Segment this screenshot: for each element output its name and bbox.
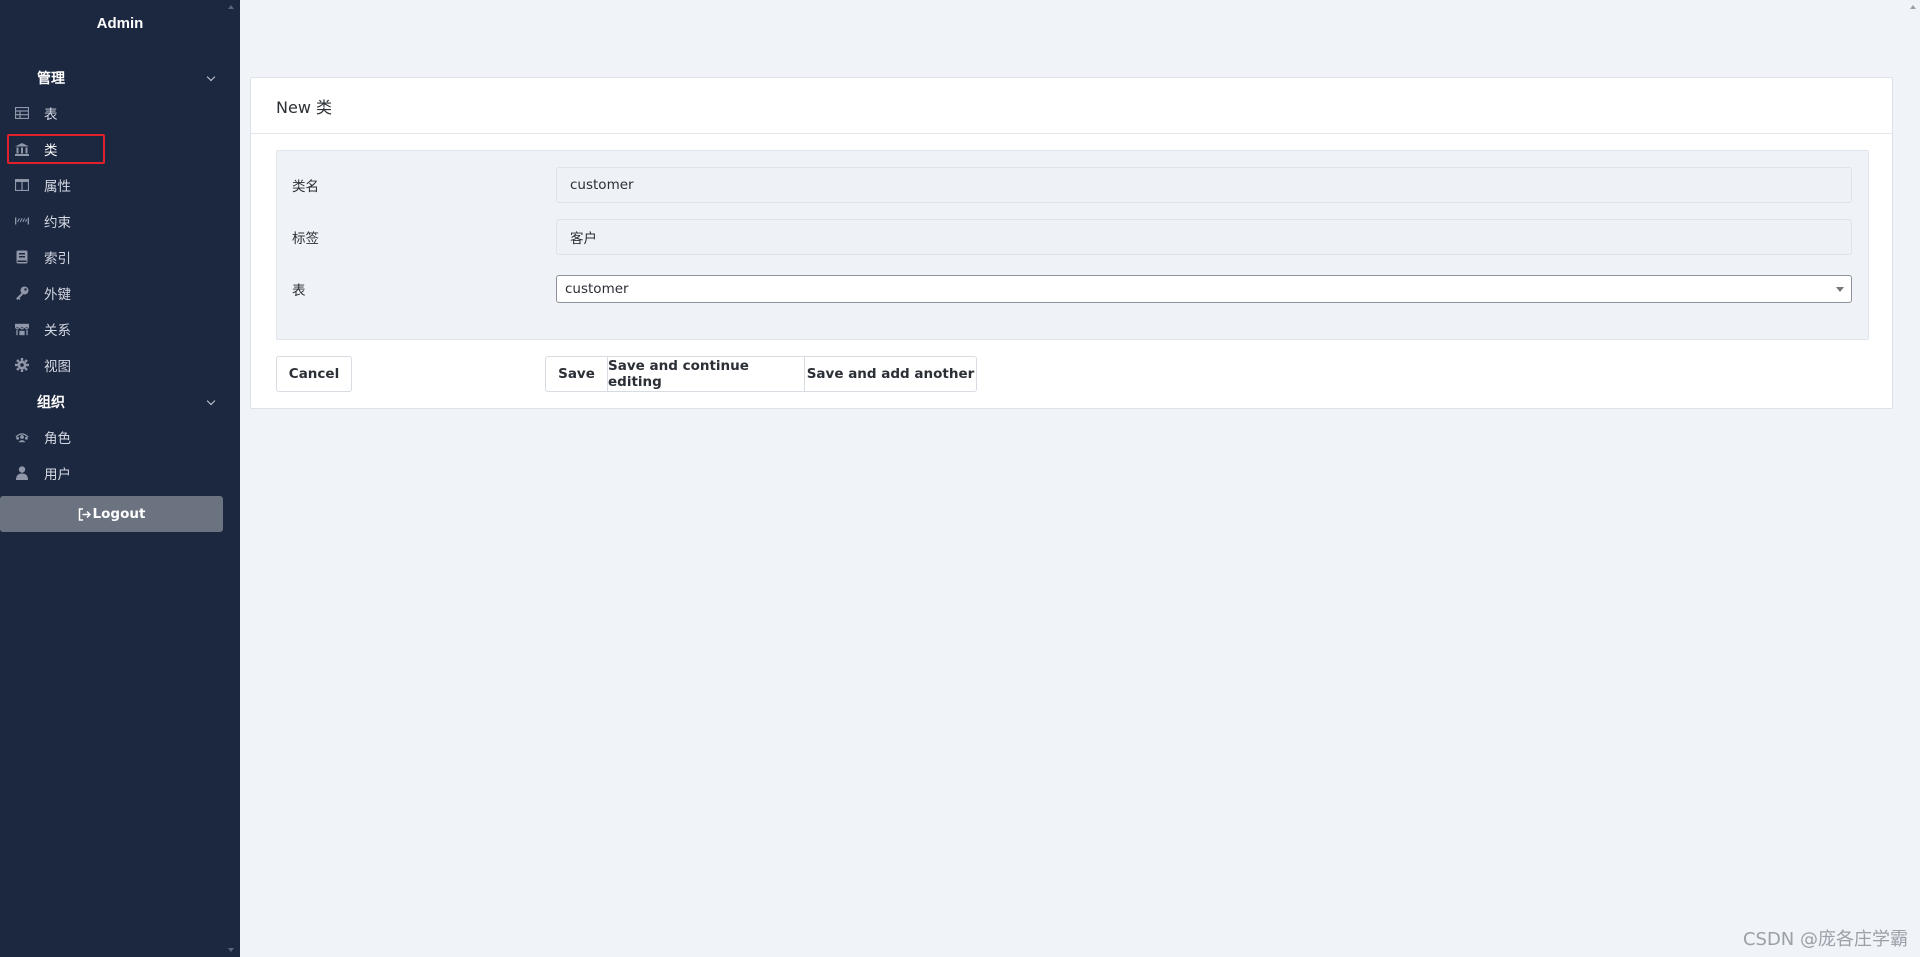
sidebar-item-indexes[interactable]: 索引 <box>0 241 240 273</box>
selection-highlight <box>7 134 105 164</box>
brand-title: Admin <box>96 15 144 32</box>
sidebar-item-users[interactable]: 用户 <box>0 457 240 489</box>
form-fields-panel: 类名 customer 标签 客户 表 customer <box>276 150 1869 340</box>
sidebar-scroll-up-arrow[interactable] <box>228 5 234 9</box>
columns-icon <box>15 178 29 192</box>
store-icon <box>15 322 29 336</box>
sidebar-item-constraints[interactable]: 约束 <box>0 205 240 237</box>
group-header-manage[interactable]: 管理 <box>0 63 240 93</box>
form-row-class-name: 类名 customer <box>277 167 1868 203</box>
sidebar-item-classes[interactable]: 类 <box>0 133 240 165</box>
sidebar-item-label: 约束 <box>44 215 71 231</box>
ruler-icon <box>15 214 29 228</box>
tag-value: 客户 <box>570 231 597 247</box>
sidebar-item-label: 属性 <box>44 179 71 195</box>
sidebar-item-label: 外键 <box>44 287 71 303</box>
add-form-card: New 类 类名 customer 标签 客户 表 customer Cance… <box>250 77 1893 409</box>
save-and-continue-button[interactable]: Save and continue editing <box>607 356 805 392</box>
form-row-label: 标签 客户 <box>277 219 1868 255</box>
sidebar-item-tables[interactable]: 表 <box>0 97 240 129</box>
table-label: 表 <box>292 283 306 299</box>
sidebar-item-label: 角色 <box>44 431 71 447</box>
chevron-down-icon <box>206 396 216 405</box>
main-scroll-up-arrow[interactable] <box>1910 5 1916 9</box>
gear-icon <box>15 358 29 372</box>
sidebar-item-label: 用户 <box>44 467 71 483</box>
group-header-organization[interactable]: 组织 <box>0 387 240 417</box>
logout-label: Logout <box>92 506 146 522</box>
sidebar-item-foreign-keys[interactable]: 外键 <box>0 277 240 309</box>
sidebar-item-label: 视图 <box>44 359 71 375</box>
table-select[interactable]: customer <box>556 275 1852 303</box>
group-label: 组织 <box>37 395 65 411</box>
user-icon <box>15 466 29 480</box>
book-icon <box>15 250 29 264</box>
class-name-field[interactable]: customer <box>556 167 1852 203</box>
sidebar-item-relations[interactable]: 关系 <box>0 313 240 345</box>
sidebar-item-label: 关系 <box>44 323 71 339</box>
sidebar-item-label: 表 <box>44 107 58 123</box>
sidebar-item-views[interactable]: 视图 <box>0 349 240 381</box>
save-button[interactable]: Save <box>545 356 608 392</box>
page-title: New 类 <box>251 78 1892 134</box>
logout-icon <box>78 507 91 521</box>
class-name-label: 类名 <box>292 179 319 195</box>
tag-label: 标签 <box>292 231 319 247</box>
chevron-down-icon <box>206 72 216 81</box>
sidebar: Admin 管理 表 类 属性 约束 索引 外键 关系 视图 组织 角色 用户 … <box>0 0 240 957</box>
caret-down-icon <box>1836 287 1844 292</box>
cancel-button[interactable]: Cancel <box>276 356 352 392</box>
watermark: CSDN @庞各庄学霸 <box>1742 929 1908 950</box>
save-and-add-another-button[interactable]: Save and add another <box>804 356 977 392</box>
sidebar-item-attributes[interactable]: 属性 <box>0 169 240 201</box>
table-icon <box>15 106 29 120</box>
users-icon <box>15 430 29 444</box>
logout-button[interactable]: Logout <box>0 496 223 532</box>
sidebar-scroll-down-arrow[interactable] <box>228 948 234 952</box>
form-row-table: 表 customer <box>277 271 1868 307</box>
key-icon <box>15 286 29 300</box>
table-select-value: customer <box>565 281 629 297</box>
tag-field[interactable]: 客户 <box>556 219 1852 255</box>
group-label: 管理 <box>37 71 65 87</box>
sidebar-item-roles[interactable]: 角色 <box>0 421 240 453</box>
sidebar-item-label: 索引 <box>44 251 71 267</box>
class-name-value: customer <box>570 177 634 193</box>
